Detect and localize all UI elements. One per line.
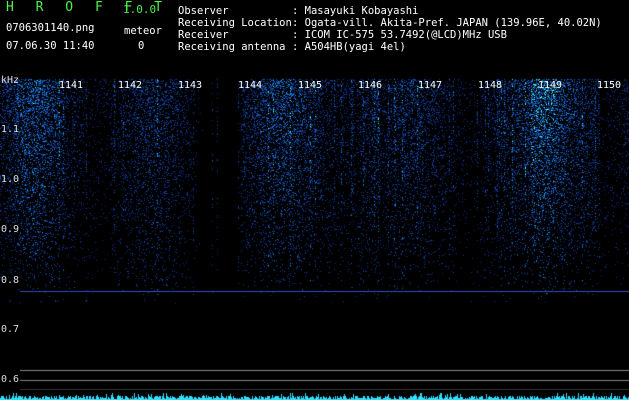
time-tick-1141: 1141 <box>59 80 84 91</box>
location-value: : Ogata-vill. Akita-Pref. JAPAN (139.96E… <box>292 17 602 29</box>
time-tick-1150: 1150 <box>597 80 622 91</box>
receiver-value: : ICOM IC-575 53.7492(@LCD)MHz USB <box>292 29 507 41</box>
time-tick-1149: 1149 <box>538 80 563 91</box>
observer-key: Observer <box>178 5 229 17</box>
y-tick-1-1: 1.1 <box>1 124 20 135</box>
location-key: Receiving Location <box>178 17 292 29</box>
header-panel: H R O F F T 1.0.0 0706301140.png meteor … <box>0 0 629 78</box>
time-tick-1148: 1148 <box>478 80 503 91</box>
y-tick-0-6: 0.6 <box>1 374 20 385</box>
filename: 0706301140.png <box>6 22 95 34</box>
time-tick-1146: 1146 <box>358 80 383 91</box>
app-version: 1.0.0 <box>123 3 157 16</box>
receiver-key: Receiver <box>178 29 229 41</box>
y-tick-0-8: 0.8 <box>1 275 20 286</box>
time-tick-1142: 1142 <box>118 80 143 91</box>
y-tick-1-0: 1.0 <box>1 174 20 185</box>
y-axis-unit: kHz <box>1 75 20 86</box>
time-tick-1144: 1144 <box>238 80 263 91</box>
observer-value: : Masayuki Kobayashi <box>292 5 419 17</box>
antenna-value: : A504HB(yagi 4el) <box>292 41 406 53</box>
meteor-label: meteor <box>124 25 162 37</box>
antenna-key: Receiving antenna <box>178 41 286 53</box>
meteor-count: 0 <box>138 40 145 52</box>
y-tick-0-7: 0.7 <box>1 324 20 335</box>
datetime: 07.06.30 11:40 <box>6 40 95 52</box>
time-tick-1147: 1147 <box>418 80 443 91</box>
time-tick-1145: 1145 <box>298 80 323 91</box>
y-tick-0-9: 0.9 <box>1 224 20 235</box>
time-tick-1143: 1143 <box>178 80 203 91</box>
